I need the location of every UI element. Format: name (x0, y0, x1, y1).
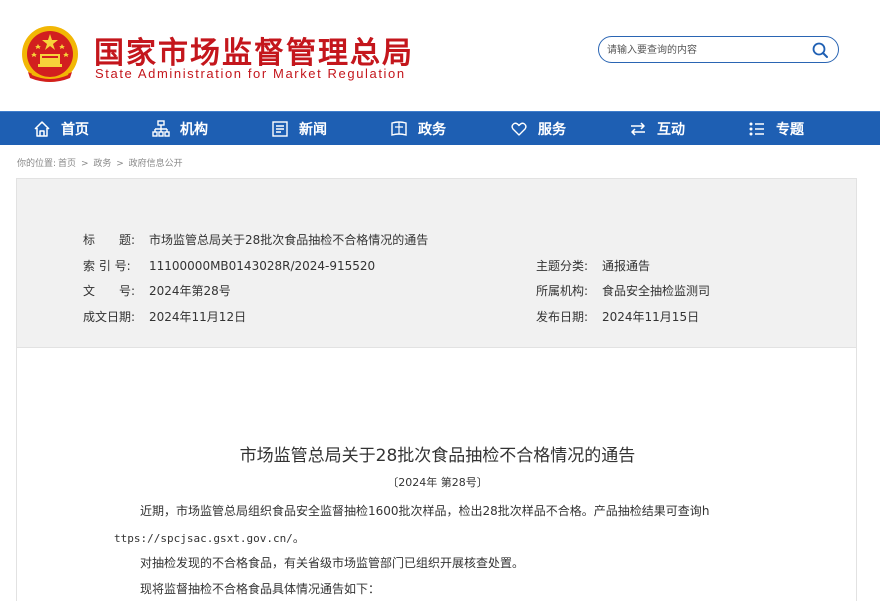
meta-index-label: 索 引 号: (83, 259, 131, 273)
breadcrumb-separator: > (80, 159, 89, 169)
nav-item-home[interactable]: 首页 (33, 112, 89, 146)
nav-label: 互动 (657, 122, 685, 138)
breadcrumb-home[interactable]: 首页 (58, 159, 76, 169)
meta-topic-label: 主题分类: (536, 259, 589, 273)
document-content: 市场监管总局关于28批次食品抽检不合格情况的通告 〔2024年 第28号〕 近期… (16, 348, 857, 601)
meta-org-value: 食品安全抽检监测司 (602, 284, 711, 298)
breadcrumb-info-public[interactable]: 政府信息公开 (129, 159, 183, 169)
nav-item-topic[interactable]: 专题 (748, 112, 804, 146)
list-icon (749, 122, 764, 136)
site-header: 国家市场监督管理总局 State Administration for Mark… (0, 0, 880, 111)
meta-docno-value: 2024年第28号 (149, 284, 231, 298)
nav-label: 政务 (418, 122, 446, 138)
meta-published-value: 2024年11月15日 (602, 310, 700, 324)
gov-icon (391, 121, 407, 136)
org-icon (152, 120, 170, 137)
nav-label: 新闻 (299, 122, 327, 138)
meta-docno-row: 文 号: 2024年第28号 (83, 282, 231, 299)
meta-org-row: 所属机构: 食品安全抽检监测司 (536, 282, 710, 299)
meta-published-row: 发布日期: 2024年11月15日 (536, 308, 699, 325)
search-input[interactable] (607, 41, 803, 59)
paragraph-1-cont: ttps://spcjsac.gsxt.gov.cn/。 (114, 529, 305, 546)
meta-docno-label: 文 号: (83, 284, 136, 298)
news-icon (272, 121, 288, 137)
nav-label: 专题 (776, 122, 804, 138)
meta-published-label: 发布日期: (536, 310, 589, 324)
paragraph-1: 近期，市场监管总局组织食品安全监督抽检1600批次样品，检出28批次样品不合格。… (140, 504, 710, 518)
nav-item-gov[interactable]: 政务 (390, 112, 446, 146)
document-meta: 标 题: 市场监管总局关于28批次食品抽检不合格情况的通告 索 引 号: 11100… (16, 178, 857, 348)
search-icon[interactable] (811, 41, 829, 59)
home-icon (34, 121, 50, 137)
breadcrumb-prefix: 你的位置: (17, 159, 57, 169)
main-nav: 首页 机构 新闻 政务 服务 互动 专题 (0, 111, 880, 145)
meta-index-value: 11100000MB0143028R/2024-915520 (149, 259, 376, 273)
meta-created-label: 成文日期: (83, 310, 136, 324)
paragraph-1-end: 。 (292, 531, 305, 545)
meta-org-label: 所属机构: (536, 284, 589, 298)
site-name-en: State Administration for Market Regulati… (95, 66, 406, 81)
search-box (598, 36, 839, 63)
meta-title-value: 市场监管总局关于28批次食品抽检不合格情况的通告 (149, 233, 429, 247)
nav-label: 首页 (61, 122, 89, 138)
heart-icon (511, 122, 527, 136)
document-title: 市场监管总局关于28批次食品抽检不合格情况的通告 (239, 446, 636, 466)
meta-title-label: 标 题: (83, 233, 136, 247)
exchange-icon (631, 122, 645, 136)
meta-topic-row: 主题分类: 通报通告 (536, 257, 650, 274)
document-number: 〔2024年 第28号〕 (387, 476, 488, 489)
meta-index-row: 索 引 号: 11100000MB0143028R/2024-915520 (83, 257, 375, 274)
meta-topic-value: 通报通告 (602, 259, 651, 273)
meta-title-row: 标 题: 市场监管总局关于28批次食品抽检不合格情况的通告 (83, 231, 428, 248)
result-query-link[interactable]: ttps://spcjsac.gsxt.gov.cn/ (114, 532, 293, 545)
meta-created-row: 成文日期: 2024年11月12日 (83, 308, 246, 325)
nav-label: 服务 (538, 122, 566, 138)
breadcrumb-separator: > (116, 159, 124, 169)
paragraph-3: 现将监督抽检不合格食品具体情况通告如下： (140, 582, 381, 596)
nav-item-interact[interactable]: 互动 (629, 112, 685, 146)
nav-item-service[interactable]: 服务 (510, 112, 566, 146)
nav-item-org[interactable]: 机构 (152, 112, 208, 146)
breadcrumb-gov[interactable]: 政务 (93, 159, 111, 169)
national-emblem-icon (22, 26, 78, 82)
breadcrumb: 你的位置: 首页 > 政务 > 政府信息公开 (16, 156, 184, 169)
paragraph-2: 对抽检发现的不合格食品，有关省级市场监管部门已组织开展核查处置。 (140, 556, 525, 570)
nav-label: 机构 (180, 122, 208, 138)
meta-created-value: 2024年11月12日 (149, 310, 247, 324)
nav-item-news[interactable]: 新闻 (271, 112, 327, 146)
